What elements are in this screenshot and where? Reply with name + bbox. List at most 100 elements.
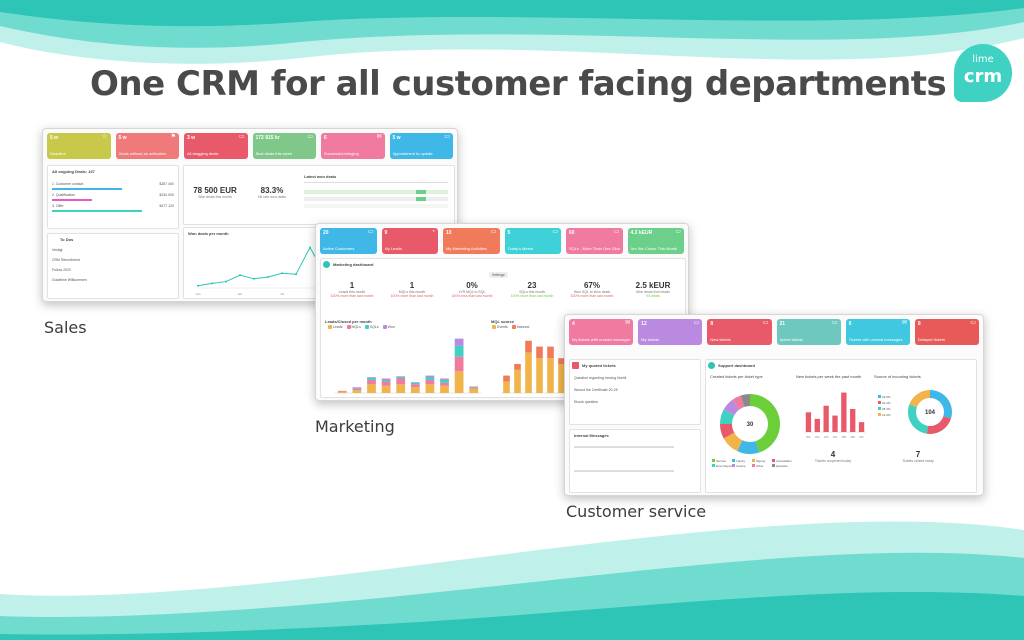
caption-customer-service: Customer service: [566, 502, 707, 521]
service-tile[interactable]: 4 ✉ My tickets with unread messages: [569, 319, 634, 345]
donut-slice: [926, 416, 951, 434]
latest-won-title: Latest won deals: [304, 174, 337, 179]
legend-label: Question: [776, 464, 788, 468]
bar-segment: [367, 384, 376, 393]
x-tick-label: W6: [850, 435, 855, 439]
legend-swatch: [772, 459, 775, 462]
legend-label: Inquiry: [736, 459, 746, 463]
todo-item[interactable]: Follow 2020: [52, 268, 174, 273]
marketing-kpi: 1 Leads this month 100% more than last mon…: [330, 281, 374, 298]
service-tile[interactable]: 12 ▭ My tickets: [638, 319, 703, 345]
caption-marketing: Marketing: [315, 417, 395, 436]
bar-segment: [503, 381, 510, 393]
service-tile[interactable]: 8 ▭ New tickets: [707, 319, 772, 345]
leads-bar-chart: Jan Feb Mar Apr May Jun Jul Aug Sep Oct: [335, 338, 481, 398]
bar-segment: [381, 379, 391, 382]
bar-segment: [396, 384, 406, 393]
sales-tile[interactable]: 6 ✉ Successful bringing: [321, 133, 385, 159]
bar-segment: [503, 375, 510, 382]
deal-row[interactable]: 2. Qualification $234 000: [52, 193, 174, 198]
marketing-tile[interactable]: 9 ◔ My Leads: [381, 228, 438, 254]
marketing-tile[interactable]: 10 ▭ My Marketing Activities: [443, 228, 500, 254]
sales-tile[interactable]: 5 w ⚑ Deals without an activation: [115, 133, 179, 159]
sales-tile[interactable]: 172 815 kr ▭ Best deals this week: [252, 133, 316, 159]
bar-segment: [337, 391, 347, 393]
bar-segment: [454, 338, 464, 346]
bar-segment: [352, 390, 362, 393]
ticket-list-item[interactable]: Ebook question: [574, 400, 696, 405]
donut1-title: Created tickets per ticket type: [710, 374, 763, 379]
sales-tile[interactable]: 5 w ▭ Appointment to update: [389, 133, 453, 159]
caption-sales: Sales: [44, 318, 87, 337]
todo-panel: To Dos Vestigt CRM Recruitment Follow 20…: [47, 233, 179, 299]
bar-segment: [440, 378, 449, 380]
x-tick-label: Aug: [442, 396, 448, 398]
bar-segment: [381, 385, 391, 393]
bar-segment: [352, 388, 362, 391]
ongoing-deals-panel: All ongoing Deals: 167 1. Customer conta…: [47, 165, 179, 229]
bar-segment: [547, 346, 554, 359]
todo-item[interactable]: CRM Recruitment: [52, 258, 174, 263]
sales-tile[interactable]: 3 w ▭ All stagging deals: [184, 133, 248, 159]
logo-text-bottom: crm: [963, 66, 1003, 87]
bar-segment: [425, 375, 435, 378]
sales-tile[interactable]: 5 w ☆ Deadline: [47, 133, 111, 159]
bar-segment: [337, 390, 347, 392]
data-point: [267, 275, 269, 278]
bar-segment: [396, 376, 406, 378]
legend-label: 22.4%: [882, 401, 891, 405]
donut-center-value: 104: [925, 410, 936, 416]
marketing-tile[interactable]: 60 ▭ SQLs - More Than One Click: [566, 228, 623, 254]
bar-segment: [536, 358, 543, 393]
x-tick-label: Jan: [340, 396, 345, 398]
settings-button[interactable]: Settings: [489, 272, 508, 278]
bar-segment: [410, 384, 420, 388]
stat-closed: 7 Tickets closed today: [902, 450, 934, 463]
x-tick-label: W5: [842, 435, 847, 439]
marketing-kpi: 0% LYR MQL to SQL 100% less than last mont…: [451, 281, 493, 298]
deal-row[interactable]: 3. Offer $477 120: [52, 204, 174, 209]
data-point: [309, 246, 311, 249]
legend-label: 28.3%: [882, 407, 891, 411]
mql-source-legend: Events Inbound: [489, 325, 529, 330]
todo-item[interactable]: Guideline Willkommen: [52, 278, 174, 283]
x-tick-label: W7: [859, 435, 864, 439]
bar-segment: [454, 345, 464, 357]
legend-swatch: [732, 464, 735, 467]
bar-segment: [381, 381, 391, 386]
support-dashboard-icon: [708, 362, 715, 369]
ticket-list-item[interactable]: Wound the Certificate 20-25: [574, 388, 696, 393]
ticket-list-item[interactable]: Question regarding moving Norbit: [574, 376, 696, 381]
new-tickets-bar-chart: W1 W2 W3 W4 W5 W6 W7: [804, 392, 866, 439]
bar-segment: [352, 387, 362, 389]
todo-title: To Dos: [60, 237, 74, 242]
data-point: [253, 277, 255, 280]
marketing-tile[interactable]: 5 ▭ Today's Meets: [504, 228, 561, 254]
legend-label: Cancellation: [776, 459, 792, 463]
support-dashboard-panel: Support dashboard Created tickets per ti…: [705, 359, 977, 493]
donut2-title: Source of incoming tickets: [874, 374, 921, 379]
service-tile[interactable]: 8 ▭ Delayed tickets: [914, 319, 980, 345]
x-tick-label: Jan: [196, 292, 201, 296]
bar: [823, 405, 829, 432]
service-tile[interactable]: 6 ✉ Tickets with unread messages: [845, 319, 910, 345]
legend-label: Error Report: [716, 464, 733, 468]
x-tick-label: May: [398, 396, 404, 398]
x-tick-label: W2: [815, 435, 820, 439]
bar: [841, 392, 847, 432]
bottom-wave-decoration: [0, 521, 1024, 640]
service-tile[interactable]: 21 ▭ Active tickets: [776, 319, 841, 345]
x-tick-label: W3: [824, 435, 829, 439]
data-point: [239, 274, 241, 277]
marketing-tile[interactable]: 20 ▭ Active Customers: [320, 228, 377, 254]
data-point: [295, 273, 297, 276]
x-tick-label: F: [561, 396, 563, 398]
marketing-tile[interactable]: 4.3 kEUR ▭ Are We Closer This Month: [627, 228, 684, 254]
x-tick-label: Jul: [428, 396, 432, 398]
kpi-won-deals: 78 500 EUR Won deals this month: [193, 186, 237, 199]
bar-segment: [525, 340, 532, 353]
todo-item[interactable]: Vestigt: [52, 248, 174, 253]
donut-slice: [909, 390, 930, 408]
deal-row[interactable]: 1. Customer contact $287 400: [52, 182, 174, 187]
quoted-tickets-panel: My quoted tickets Question regarding mov…: [569, 359, 701, 425]
